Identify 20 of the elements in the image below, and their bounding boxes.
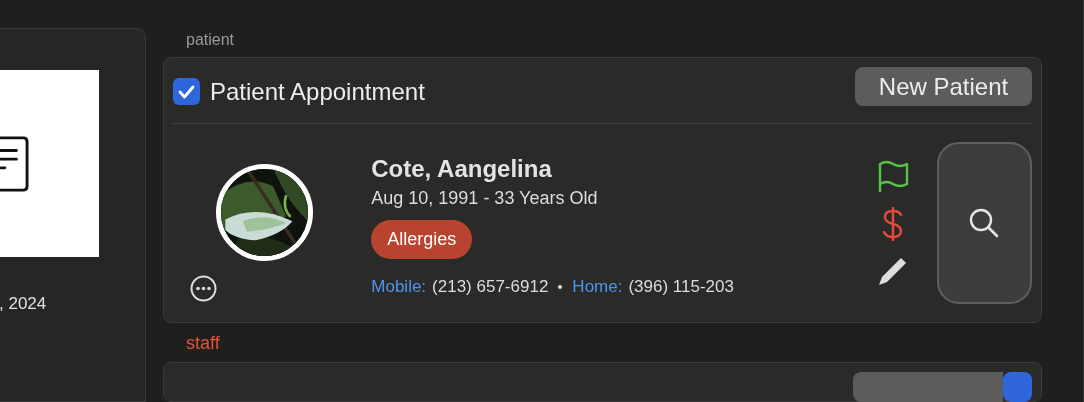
toggle-button[interactable] — [1003, 372, 1032, 402]
phone-label: Home: — [572, 275, 623, 298]
check-icon — [178, 84, 195, 99]
more-icon[interactable] — [190, 275, 217, 302]
allergy-tag[interactable]: Allergies — [371, 219, 473, 259]
flag-icon[interactable] — [877, 159, 910, 193]
date-text: , 2024 — [0, 293, 48, 315]
phone-number: (396) 115-203 — [628, 275, 734, 298]
section-label: staff — [186, 333, 220, 353]
document-icon — [0, 134, 29, 193]
section-label: patient — [186, 31, 235, 49]
dollar-icon[interactable] — [882, 206, 905, 241]
checkbox-label: Patient Appointment — [210, 76, 425, 107]
phone-label: Mobile: — [371, 275, 427, 298]
phone-number: (213) 657-6912 — [432, 275, 549, 298]
patient-name: Cote, Aangelina — [371, 154, 552, 183]
birth-date: Aug 10, 1991 - 33 Years Old — [371, 186, 598, 210]
checkbox[interactable] — [173, 78, 200, 105]
new-patient-button[interactable]: New Patient — [855, 67, 1032, 106]
search-icon — [968, 207, 1001, 239]
